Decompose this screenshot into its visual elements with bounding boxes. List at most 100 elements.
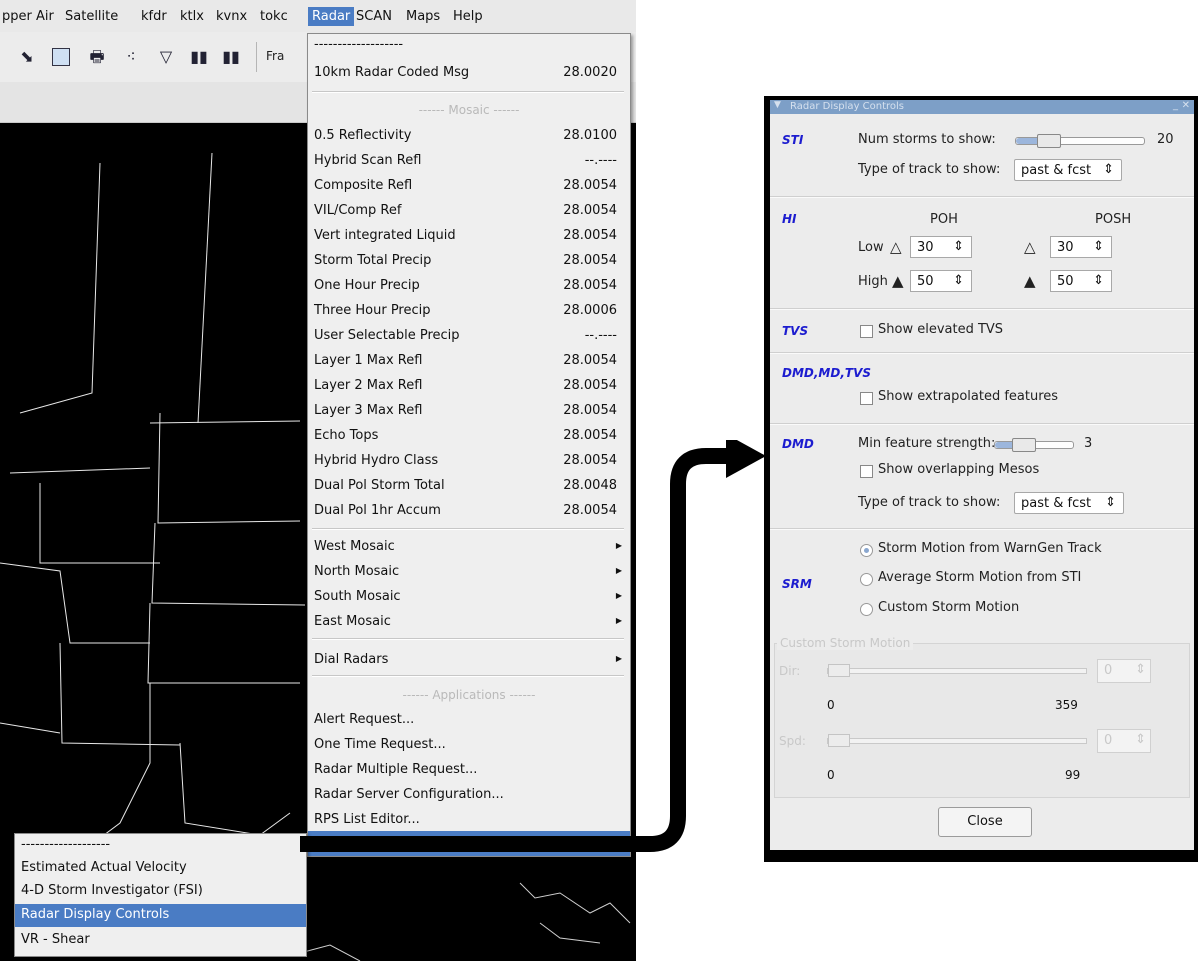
updown-icon: ⇕	[1093, 239, 1104, 254]
posh-high-spinner[interactable]: 50 ⇕	[1050, 270, 1112, 292]
spd-max-label: 99	[1065, 768, 1081, 782]
dir-max-label: 359	[1055, 698, 1078, 712]
sti-section-label: STI	[782, 133, 804, 147]
poh-high-spinner[interactable]: 50 ⇕	[910, 270, 972, 292]
menu-ktlx[interactable]: ktlx	[180, 9, 204, 24]
menu-upper-air[interactable]: pper Air	[2, 9, 54, 24]
custom-storm-motion-title: Custom Storm Motion	[777, 636, 914, 650]
menu-item-coded-msg[interactable]: 10km Radar Coded Msg 28.0020	[308, 61, 630, 86]
submenu-item-radar-display-controls[interactable]: Radar Display Controls	[15, 904, 306, 927]
dmd-track-label: Type of track to show:	[858, 495, 1001, 510]
srm-option-label: Custom Storm Motion	[878, 600, 1020, 615]
image-display-icon[interactable]	[52, 48, 70, 66]
slider-thumb[interactable]	[828, 734, 850, 747]
menu-item-label: 10km Radar Coded Msg	[314, 65, 470, 80]
tvs-section-label: TVS	[782, 324, 809, 338]
menu-item-product[interactable]: Layer 2 Max Refl 28.0054	[308, 374, 630, 399]
frames-label: Fra	[266, 49, 285, 63]
menu-help[interactable]: Help	[453, 9, 483, 24]
menu-maps[interactable]: Maps	[406, 9, 440, 24]
poh-low-spinner[interactable]: 30 ⇕	[910, 236, 972, 258]
spd-label: Spd:	[779, 734, 806, 748]
submenu-item-vr-shear[interactable]: VR - Shear	[15, 929, 306, 952]
menu-item-product[interactable]: Hybrid Scan Refl --.----	[308, 149, 630, 174]
dmd-track-select[interactable]: past & fcst ⇕	[1014, 492, 1124, 514]
updown-icon: ⇕	[953, 239, 964, 254]
updown-icon: ⇕	[1103, 162, 1114, 177]
menu-tokc[interactable]: tokc	[260, 9, 288, 24]
slider-thumb[interactable]	[1012, 438, 1036, 452]
show-extrapolated-checkbox[interactable]	[860, 392, 873, 405]
arrow-head-icon	[726, 440, 766, 478]
submenu-item-fsi[interactable]: 4-D Storm Investigator (FSI)	[15, 880, 306, 903]
menu-item-product[interactable]: Storm Total Precip 28.0054	[308, 249, 630, 274]
menu-item-product[interactable]: One Hour Precip 28.0054	[308, 274, 630, 299]
updown-icon: ⇕	[1135, 662, 1146, 677]
dir-spinner[interactable]: 0 ⇕	[1097, 659, 1151, 683]
cursor-select-icon[interactable]: ⬊	[18, 48, 36, 66]
spd-slider[interactable]	[827, 734, 1087, 747]
points-icon[interactable]: ⁖	[122, 48, 140, 66]
srm-option-label: Storm Motion from WarnGen Track	[878, 541, 1102, 556]
updown-icon: ⇕	[1135, 732, 1146, 747]
sti-track-select[interactable]: past & fcst ⇕	[1014, 159, 1122, 181]
close-icon[interactable]: ✕	[1182, 100, 1190, 111]
radar-display-controls-window: ▼ Radar Display Controls _ ✕ STI Num sto…	[764, 96, 1198, 862]
low-triangle-icon: △	[1024, 238, 1036, 256]
layout-single-icon[interactable]: ▮▮	[190, 48, 208, 66]
show-extrapolated-label: Show extrapolated features	[878, 389, 1059, 404]
menu-separator-line: -------------------	[314, 37, 404, 52]
mosaic-header: ------ Mosaic ------	[418, 103, 520, 117]
section-divider	[770, 352, 1194, 354]
posh-low-spinner[interactable]: 30 ⇕	[1050, 236, 1112, 258]
high-triangle-icon: ▲	[892, 272, 904, 290]
updown-icon: ⇕	[953, 273, 964, 288]
dialog-title: Radar Display Controls	[790, 101, 905, 112]
menu-kfdr[interactable]: kfdr	[141, 9, 167, 24]
select-value: past & fcst	[1021, 163, 1092, 178]
menu-item-product[interactable]: Three Hour Precip 28.0006	[308, 299, 630, 324]
sti-track-label: Type of track to show:	[858, 162, 1001, 177]
show-elevated-tvs-checkbox[interactable]	[860, 325, 873, 338]
print-icon[interactable]: 🖶	[88, 48, 106, 66]
section-divider	[770, 196, 1194, 198]
callout-arrow	[300, 440, 766, 852]
menu-satellite[interactable]: Satellite	[65, 9, 118, 24]
menu-item-product[interactable]: Composite Refl 28.0054	[308, 174, 630, 199]
menu-radar[interactable]: Radar	[308, 7, 355, 26]
dir-slider[interactable]	[827, 664, 1087, 677]
minimize-icon[interactable]: _	[1173, 100, 1178, 111]
min-strength-slider[interactable]	[994, 438, 1074, 452]
baseline-icon[interactable]: ▽	[157, 48, 175, 66]
spd-spinner[interactable]: 0 ⇕	[1097, 729, 1151, 753]
show-elevated-tvs-label: Show elevated TVS	[878, 322, 1004, 337]
num-storms-slider[interactable]	[1015, 134, 1145, 148]
srm-option-label: Average Storm Motion from STI	[878, 570, 1082, 585]
menu-item-product[interactable]: 0.5 Reflectivity 28.0100	[308, 124, 630, 149]
menu-item-product[interactable]: Vert integrated Liquid 28.0054	[308, 224, 630, 249]
menu-item-product[interactable]: VIL/Comp Ref 28.0054	[308, 199, 630, 224]
min-strength-label: Min feature strength:	[858, 436, 996, 451]
layout-split-icon[interactable]: ▮▮	[222, 48, 240, 66]
menu-kvnx[interactable]: kvnx	[216, 9, 247, 24]
srm-warngen-radio[interactable]	[860, 544, 873, 557]
menu-scan[interactable]: SCAN	[356, 9, 392, 24]
dialog-body: ▼ Radar Display Controls _ ✕ STI Num sto…	[770, 100, 1194, 850]
srm-sti-radio[interactable]	[860, 573, 873, 586]
submenu-item-estimated-velocity[interactable]: Estimated Actual Velocity	[15, 857, 306, 880]
section-divider	[770, 423, 1194, 425]
menu-item-product[interactable]: Layer 3 Max Refl 28.0054	[308, 399, 630, 424]
section-divider	[770, 528, 1194, 530]
close-button[interactable]: Close	[938, 807, 1032, 837]
menu-item-product[interactable]: Layer 1 Max Refl 28.0054	[308, 349, 630, 374]
dialog-titlebar[interactable]: ▼ Radar Display Controls _ ✕	[770, 100, 1194, 114]
menu-item-product[interactable]: User Selectable Precip --.----	[308, 324, 630, 349]
srm-custom-radio[interactable]	[860, 603, 873, 616]
slider-thumb[interactable]	[828, 664, 850, 677]
low-label: Low	[858, 240, 884, 255]
spd-min-label: 0	[827, 768, 835, 782]
show-overlapping-mesos-checkbox[interactable]	[860, 465, 873, 478]
window-menu-icon[interactable]: ▼	[774, 100, 781, 110]
high-label: High	[858, 274, 888, 289]
slider-thumb[interactable]	[1037, 134, 1061, 148]
